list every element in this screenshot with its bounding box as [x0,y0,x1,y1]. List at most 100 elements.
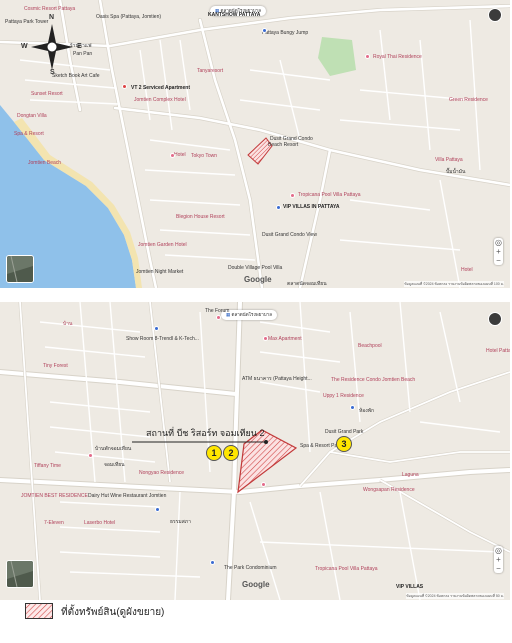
overview-map[interactable]: ▦ ตลาดนัดโรงพยาบาล N S W E Pattaya Park … [0,0,510,288]
map-label[interactable]: VIP VILLAS IN PATTAYA [283,204,340,211]
map-label[interactable]: บ้าน [63,321,72,328]
map-label[interactable]: Green Residence [449,97,488,104]
google-logo: Google [244,275,272,284]
poi-pin[interactable] [88,453,93,458]
map-label[interactable]: Cosmic Resort Pattaya [24,6,75,13]
zoom-out-button[interactable]: − [494,256,503,265]
map-label[interactable]: VT 2 Serviced Apartment [131,85,190,92]
map-label[interactable]: Villa Pattaya [435,157,463,164]
map-label[interactable]: Blegion House Resort [176,214,225,221]
legend-label: ที่ตั้งทรัพย์สิน(ดูผังขยาย) [61,607,165,618]
google-logo: Google [242,580,270,589]
account-avatar[interactable] [488,8,502,22]
map-label[interactable]: Pattaya Bungy Jump [262,30,308,37]
poi-pin[interactable] [261,482,266,487]
poi-pin[interactable] [350,405,355,410]
map-footer: ข้อมูลแผนที่ ©2024 ข้อตกลง รายงานข้อผิดพ… [406,593,504,599]
map-label[interactable]: Hotel [174,152,186,159]
map-label[interactable]: Dongtan Villa [17,113,47,120]
map-label[interactable]: Hotel [461,267,473,274]
zoom-controls[interactable]: ◎ + − [494,546,503,573]
map-label[interactable]: VIP VILLAS [396,584,423,591]
map-label[interactable]: Oasis Spa (Pattaya, Jomtien) [96,14,161,21]
map-label[interactable]: Hotel Patta [486,348,510,355]
poi-pin[interactable] [262,28,267,33]
poi-pin[interactable] [170,153,175,158]
map-label[interactable]: ร้านกาแฟ [70,43,92,50]
legend-hatch-swatch [25,603,53,619]
zoom-in-button[interactable]: + [494,247,503,256]
map-label[interactable]: Laguna [402,472,419,479]
project-label: สถานที่ บีช ริสอร์ท จอมเทียน 2 [146,428,265,438]
map-label[interactable]: ห้องพัก [359,408,374,415]
map-label[interactable]: The Park Condominium [224,565,277,572]
detail-map-roads [0,302,510,600]
poi-pin[interactable] [276,205,281,210]
map-label[interactable]: Jomtien Night Market [136,269,183,276]
map-label[interactable]: Show Room 8-Trendl & K-Tech... [126,336,199,343]
map-label[interactable]: The Residence Condo Jomtien Beach [331,377,415,384]
zoom-out-button[interactable]: − [494,564,503,573]
map-label[interactable]: Dairy Hut Wine Restaurant Jomtien [88,493,166,500]
map-label[interactable]: Sketch Book Art Cafe [52,73,100,80]
map-label[interactable]: Beach Resort [268,142,298,149]
map-label[interactable]: ATM ธนาคาร (Pattaya Height... [242,376,312,383]
marker-3: 3 [336,436,352,452]
map-label[interactable]: Laserbo Hotel [84,520,115,527]
compass-north: N [49,14,55,21]
map-label[interactable]: KANTSHOW PATTAYA [208,12,260,19]
map-label[interactable]: Dusit Grand Park [325,429,363,436]
zoom-locate-button[interactable]: ◎ [494,546,503,555]
map-label[interactable]: Jomtien Complex Hotel [134,97,186,104]
map-label[interactable]: จอมเทียน [104,462,125,469]
poi-pin[interactable] [155,507,160,512]
search-pill-label: ตลาดนัดโรงพยาบาล [231,312,272,317]
map-label[interactable]: Nongyao Residence [139,470,184,477]
marker-1: 1 [206,445,222,461]
location-pin[interactable] [122,84,127,89]
map-label[interactable]: Spa & Resort [14,131,44,138]
poi-pin[interactable] [263,336,268,341]
zoom-locate-button[interactable]: ◎ [494,238,503,247]
poi-pin[interactable] [216,315,221,320]
map-label[interactable]: Tanyaresort [197,68,223,75]
zoom-controls[interactable]: ◎ + − [494,238,503,265]
map-label[interactable]: Pattaya Park Tower [5,19,48,26]
poi-pin[interactable] [210,560,215,565]
map-label[interactable]: Beachpool [358,343,382,350]
map-label[interactable]: Double Village Pool Villa [228,265,282,272]
map-label[interactable]: Tokyo Town [191,153,217,160]
map-label[interactable]: ปั๊มน้ำมัน [446,169,465,176]
map-label[interactable]: Sunset Resort [31,91,63,98]
poi-pin[interactable] [154,326,159,331]
map-label[interactable]: Dusit Grand Condo View [262,232,317,239]
map-label[interactable]: JOMTIEN BEST RESIDENCE [21,493,88,500]
poi-pin[interactable] [365,54,370,59]
map-label[interactable]: 7-Eleven [44,520,64,527]
map-label[interactable]: Max Apartment [268,336,302,343]
map-label[interactable]: ธรรมสภา [170,519,191,526]
map-label[interactable]: The Forum [205,308,229,315]
map-label[interactable]: Wongsapan Residence [363,487,415,494]
poi-pin[interactable] [290,193,295,198]
layers-thumbnail[interactable] [6,560,34,588]
map-label[interactable]: Uppy 1 Residence [323,393,364,400]
satellite-layer-icon [7,256,33,282]
map-label[interactable]: Tropicana Pool Villa Pattaya [315,566,378,573]
map-label[interactable]: Jomtien Garden Hotel [138,242,187,249]
account-avatar[interactable] [488,312,502,326]
map-footer: ข้อมูลแผนที่ ©2024 ข้อตกลง รายงานข้อผิดพ… [404,281,504,287]
marker-2: 2 [223,445,239,461]
zoom-in-button[interactable]: + [494,555,503,564]
map-label[interactable]: ตลาดนัดจอมเทียน [287,281,327,288]
map-label[interactable]: Royal Thai Residence [373,54,422,61]
map-label[interactable]: Tiny Forest [43,363,68,370]
detail-map[interactable]: ▦ ตลาดนัดโรงพยาบาล The Forum Hotel Patta S… [0,302,510,600]
map-label[interactable]: Pan Pan [73,51,92,58]
map-label[interactable]: Tiffany Time [34,463,61,470]
map-label[interactable]: Tropicana Pool Villa Pattaya [298,192,361,199]
map-label[interactable]: บ้านพักจอมเทียน [95,446,131,453]
layers-thumbnail[interactable] [6,255,34,283]
satellite-layer-icon [7,561,33,587]
map-label[interactable]: Jomtien Beach [28,160,61,167]
